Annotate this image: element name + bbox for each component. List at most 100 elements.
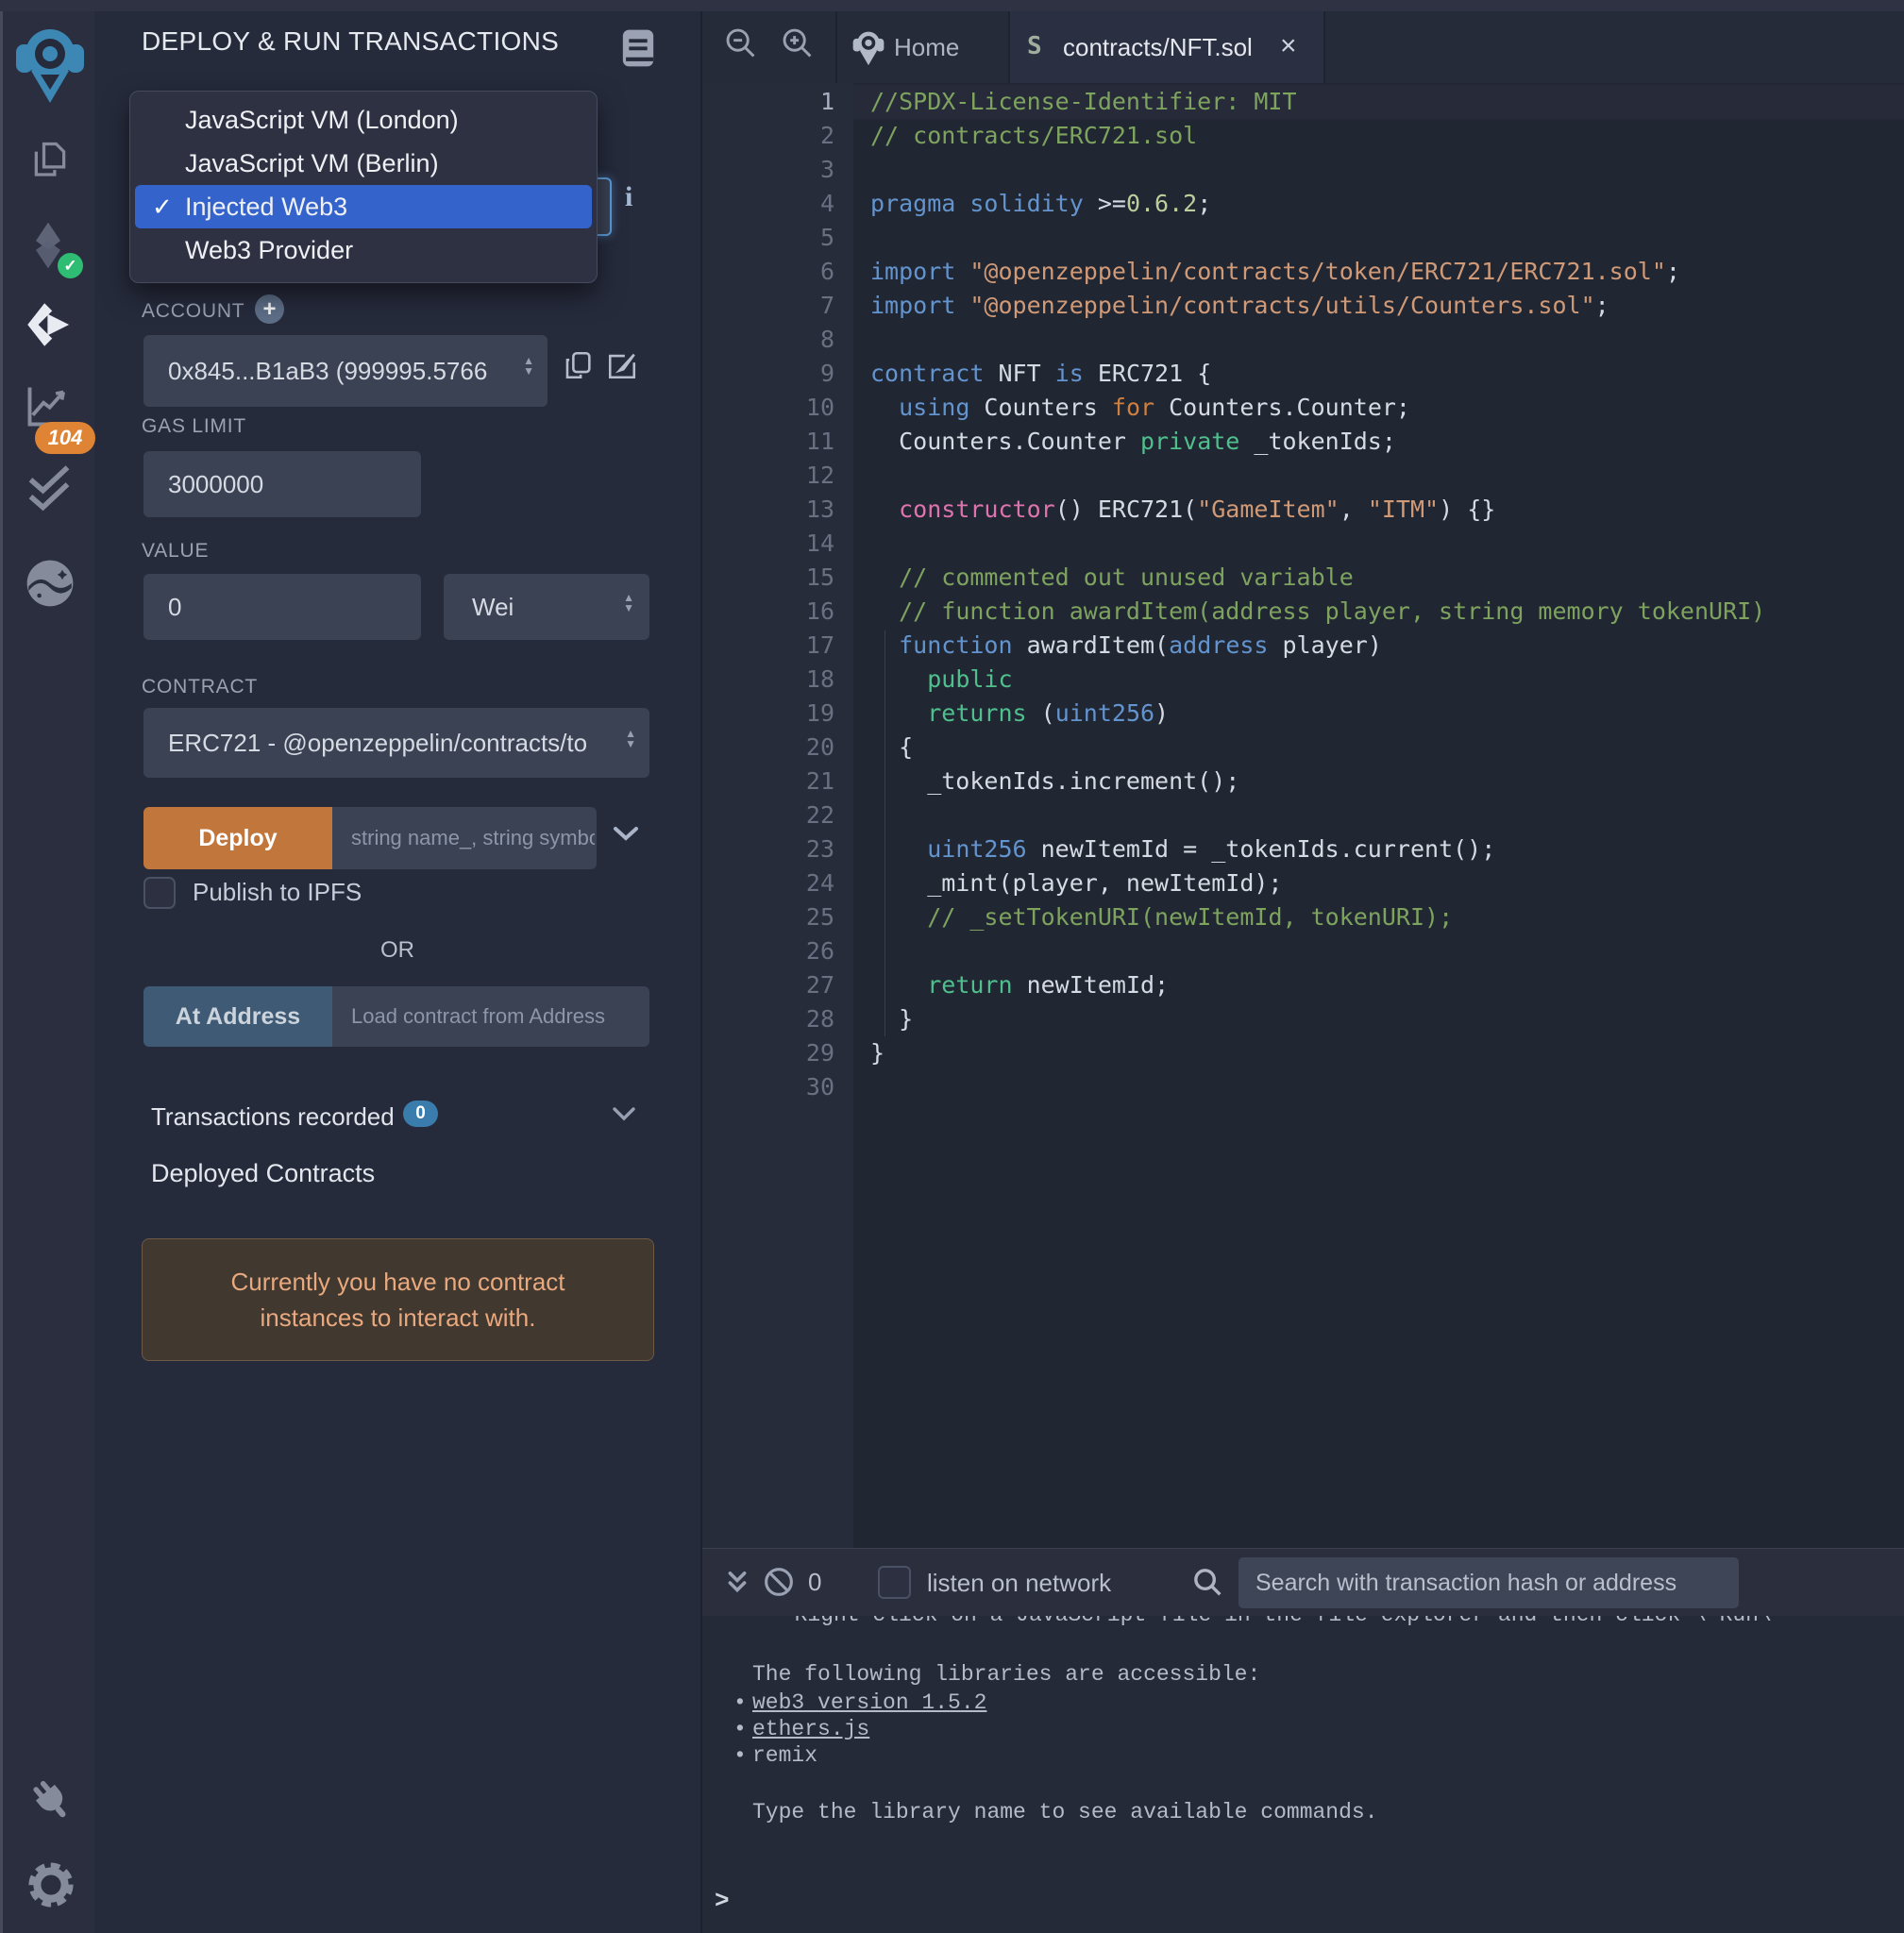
account-stepper-icon[interactable]: ▲▼ xyxy=(523,356,534,377)
solidity-compiler-icon[interactable]: ✓ xyxy=(22,219,75,272)
at-address-button[interactable]: At Address xyxy=(143,986,332,1047)
create-account-icon[interactable]: + xyxy=(255,294,284,324)
listen-network-checkbox[interactable] xyxy=(878,1566,911,1599)
zoom-in-icon[interactable] xyxy=(780,25,816,61)
terminal-prompt[interactable]: > xyxy=(715,1887,730,1915)
value-input[interactable] xyxy=(143,574,421,640)
environment-info-icon[interactable]: i xyxy=(625,181,632,213)
value-label: VALUE xyxy=(142,540,209,563)
line-number: 11 xyxy=(702,425,834,459)
solidity-file-icon: S xyxy=(1027,32,1042,60)
code-line xyxy=(853,459,1904,493)
environment-option-label: JavaScript VM (Berlin) xyxy=(185,149,439,177)
transactions-expand-icon[interactable] xyxy=(612,1106,636,1121)
account-select[interactable]: 0x845...B1aB3 (999995.5766 ▲▼ xyxy=(143,335,548,407)
code-line: using Counters for Counters.Counter; xyxy=(853,391,1904,425)
tab-divider xyxy=(1323,11,1325,83)
line-number: 7 xyxy=(702,289,834,323)
code-line xyxy=(853,323,1904,357)
unit-stepper-icon[interactable]: ▲▼ xyxy=(623,593,634,614)
at-address-input[interactable] xyxy=(332,986,649,1047)
environment-option[interactable]: JavaScript VM (Berlin) xyxy=(135,142,592,185)
environment-option-label: Injected Web3 xyxy=(185,193,347,221)
terminal-output[interactable]: - Right click on a JavaScript file in th… xyxy=(702,1616,1904,1933)
edit-account-icon[interactable] xyxy=(606,349,638,381)
code-line: import "@openzeppelin/contracts/utils/Co… xyxy=(853,289,1904,323)
plugin-manager-icon[interactable] xyxy=(25,1775,77,1828)
line-number: 29 xyxy=(702,1036,834,1070)
code-line: Counters.Counter private _tokenIds; xyxy=(853,425,1904,459)
code-editor[interactable]: 1234567891011121314151617181920212223242… xyxy=(702,83,1904,1548)
account-value: 0x845...B1aB3 (999995.5766 xyxy=(168,335,508,407)
environment-option[interactable]: JavaScript VM (London) xyxy=(135,98,592,142)
code-line xyxy=(853,798,1904,832)
line-number: 2 xyxy=(702,119,834,153)
tab-contracts-nft-sol[interactable]: S contracts/NFT.sol × xyxy=(1010,11,1323,83)
code-line: // contracts/ERC721.sol xyxy=(853,119,1904,153)
window-top-strip xyxy=(0,0,1904,11)
value-unit-select[interactable]: Wei ▲▼ xyxy=(444,574,649,640)
deploy-button[interactable]: Deploy xyxy=(143,807,332,869)
terminal-line: - Right click on a JavaScript file in th… xyxy=(768,1616,1772,1627)
code-line: // _setTokenURI(newItemId, tokenURI); xyxy=(853,900,1904,934)
notice-line-2: instances to interact with. xyxy=(261,1300,536,1336)
terminal-link[interactable]: •web3 version 1.5.2 xyxy=(752,1690,986,1715)
line-number: 10 xyxy=(702,391,834,425)
line-number: 5 xyxy=(702,221,834,255)
no-instances-notice: Currently you have no contract instances… xyxy=(142,1238,654,1361)
value-unit: Wei xyxy=(472,574,514,640)
publish-ipfs-checkbox[interactable] xyxy=(143,877,176,909)
file-explorer-icon[interactable] xyxy=(24,136,76,189)
bullet: • xyxy=(733,1690,747,1715)
contract-value: ERC721 - @openzeppelin/contracts/to xyxy=(168,708,610,778)
constructor-args-input[interactable] xyxy=(332,807,597,869)
zoom-out-icon[interactable] xyxy=(723,25,759,61)
line-number: 20 xyxy=(702,731,834,765)
environment-menu: JavaScript VM (London) JavaScript VM (Ber… xyxy=(129,91,598,283)
environment-option[interactable]: Web3 Provider xyxy=(135,228,592,272)
editor-gutter: 1234567891011121314151617181920212223242… xyxy=(702,83,853,1548)
contract-select[interactable]: ERC721 - @openzeppelin/contracts/to ▲▼ xyxy=(143,708,649,778)
code-line: returns (uint256) xyxy=(853,697,1904,731)
remix-logo xyxy=(14,21,86,106)
contract-stepper-icon[interactable]: ▲▼ xyxy=(625,729,636,749)
bullet: • xyxy=(733,1743,747,1768)
editor-region: Home S contracts/NFT.sol × 1234567891011… xyxy=(700,11,1904,1933)
code-line xyxy=(853,153,1904,187)
code-line: { xyxy=(853,731,1904,765)
code-line: // function awardItem(address player, st… xyxy=(853,595,1904,629)
documentation-book-icon[interactable] xyxy=(619,28,657,68)
code-line xyxy=(853,527,1904,561)
line-number: 21 xyxy=(702,765,834,798)
learneth-icon[interactable] xyxy=(24,557,76,610)
environment-option-label: Web3 Provider xyxy=(185,236,353,264)
line-number: 9 xyxy=(702,357,834,391)
static-analysis-icon[interactable]: 104 xyxy=(22,379,75,432)
line-number: 12 xyxy=(702,459,834,493)
line-number: 24 xyxy=(702,866,834,900)
tab-nft-label: contracts/NFT.sol xyxy=(1063,33,1253,62)
icon-sidebar: ✓ 104 xyxy=(0,11,94,1933)
clear-console-icon[interactable] xyxy=(763,1566,795,1598)
code-line: // commented out unused variable xyxy=(853,561,1904,595)
tab-home[interactable]: Home xyxy=(837,11,1008,83)
copy-account-icon[interactable] xyxy=(563,349,595,381)
unit-testing-icon[interactable] xyxy=(23,462,76,515)
line-number: 28 xyxy=(702,1002,834,1036)
expand-deploy-icon[interactable] xyxy=(612,825,640,842)
terminal-search-input[interactable] xyxy=(1238,1557,1739,1608)
terminal-link[interactable]: •ethers.js xyxy=(752,1717,869,1741)
code-line: import "@openzeppelin/contracts/token/ER… xyxy=(853,255,1904,289)
line-number: 4 xyxy=(702,187,834,221)
environment-option[interactable]: ✓Injected Web3 xyxy=(135,185,592,228)
transactions-count-badge: 0 xyxy=(403,1101,438,1127)
settings-gear-icon[interactable] xyxy=(25,1858,77,1911)
terminal-toolbar: 0 listen on network xyxy=(702,1548,1904,1616)
line-number: 30 xyxy=(702,1070,834,1104)
deploy-and-run-icon[interactable] xyxy=(23,298,76,351)
close-tab-icon[interactable]: × xyxy=(1280,30,1297,62)
expand-terminal-icon[interactable] xyxy=(725,1570,750,1596)
contract-label: CONTRACT xyxy=(142,676,258,698)
code-line: return newItemId; xyxy=(853,968,1904,1002)
gas-limit-input[interactable] xyxy=(143,451,421,517)
